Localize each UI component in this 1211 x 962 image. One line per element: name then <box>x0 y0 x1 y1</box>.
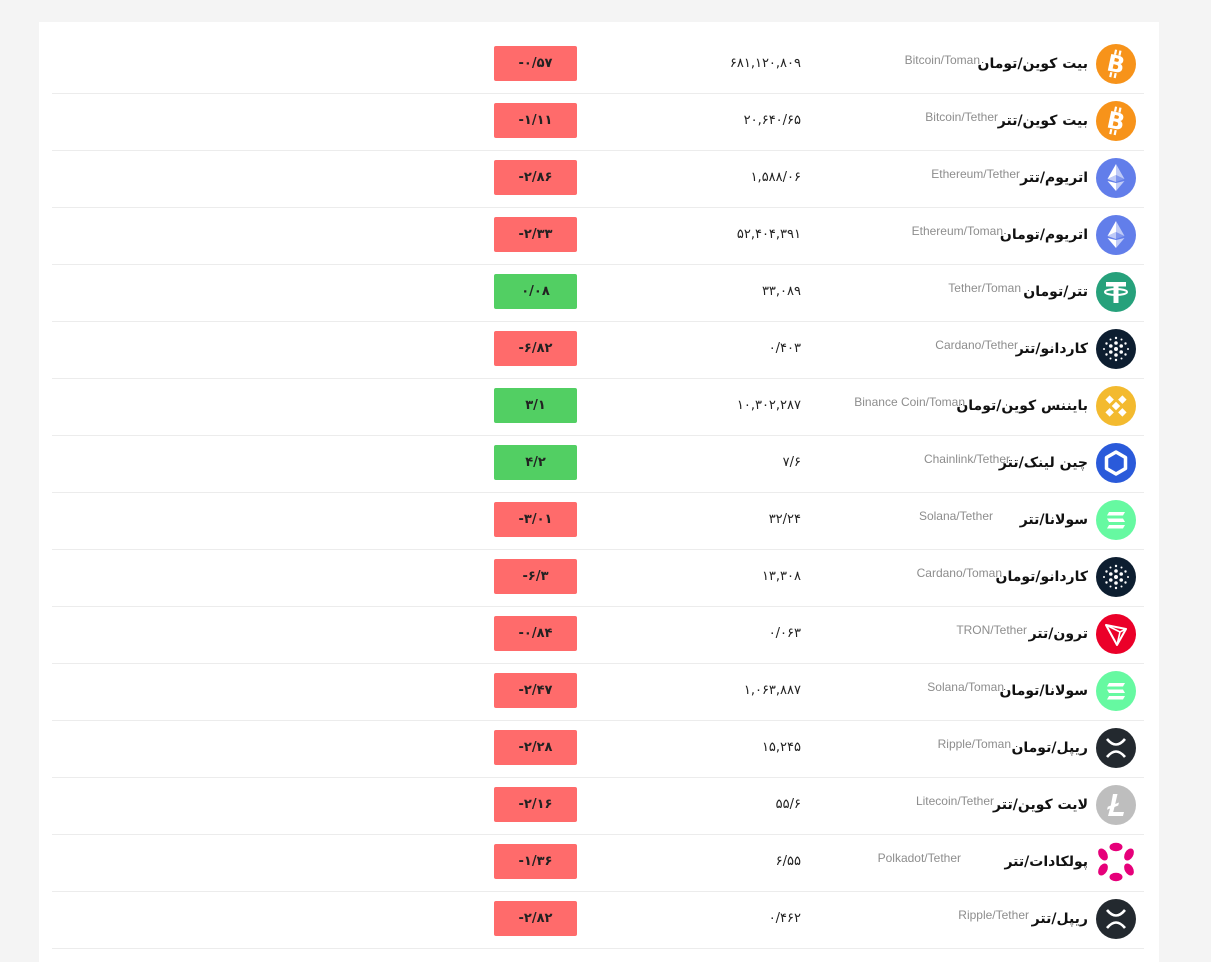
ethereum-icon <box>1096 158 1136 198</box>
table-row[interactable]: اتریوم/تتر Ethereum/Tether ۱,۵۸۸/۰۶ -۲/۸۶ <box>52 150 1144 208</box>
table-row[interactable]: B بیت کوین/تومان Bitcoin/Toman ۶۸۱,۱۲۰,۸۰۹ -… <box>52 36 1144 94</box>
pair-name-en: Bitcoin/Toman <box>904 53 980 67</box>
change-badge: -۳/۰۱ <box>494 502 577 537</box>
table-row[interactable]: لایت کوین/تتر Litecoin/Tether ۵۵/۶ -۲/۱۶ <box>52 777 1144 835</box>
binance-coin-icon <box>1096 386 1136 426</box>
change-badge: -۲/۸۲ <box>494 901 577 936</box>
price-value: ۷/۶ <box>782 455 801 470</box>
bitcoin-icon: B <box>1096 101 1136 141</box>
price-value: ۰/۰۶۳ <box>768 626 801 641</box>
price-value: ۵۲,۴۰۴,۳۹۱ <box>736 227 801 242</box>
ethereum-icon <box>1096 215 1136 255</box>
market-table: B بیت کوین/تومان Bitcoin/Toman ۶۸۱,۱۲۰,۸۰۹ -… <box>39 22 1159 962</box>
cardano-icon <box>1096 557 1136 597</box>
price-value: ۱۳,۳۰۸ <box>761 569 801 584</box>
change-badge: ۴/۲ <box>494 445 577 480</box>
table-row[interactable]: ریپل/تتر Ripple/Tether ۰/۴۶۲ -۲/۸۲ <box>52 891 1144 949</box>
price-value: ۲۰,۶۴۰/۶۵ <box>743 113 801 128</box>
solana-icon <box>1096 500 1136 540</box>
change-badge: -۲/۱۶ <box>494 787 577 822</box>
change-badge: ۳/۱ <box>494 388 577 423</box>
table-row[interactable]: چین لینک/تتر Chainlink/Tether ۷/۶ ۴/۲ <box>52 435 1144 493</box>
pair-name-fa: اتریوم/تتر <box>1020 170 1088 186</box>
change-badge: -۱/۱۱ <box>494 103 577 138</box>
pair-name-fa: چین لینک/تتر <box>998 455 1088 471</box>
polkadot-icon <box>1096 842 1136 882</box>
pair-name-fa: بیت کوین/تومان <box>977 56 1088 72</box>
pair-name-fa: لایت کوین/تتر <box>993 797 1088 813</box>
pair-name-en: Ethereum/Tether <box>931 167 1020 181</box>
tron-icon <box>1096 614 1136 654</box>
pair-name-fa: ریپل/تتر <box>1031 911 1088 927</box>
pair-name-fa: پولکادات/تتر <box>1004 854 1088 870</box>
bitcoin-icon: B <box>1096 44 1136 84</box>
pair-name-en: Polkadot/Tether <box>877 851 961 865</box>
pair-name-fa: سولانا/تتر <box>1019 512 1088 528</box>
price-value: ۰/۴۶۲ <box>768 911 801 926</box>
price-value: ۶/۵۵ <box>775 854 801 869</box>
chainlink-icon <box>1096 443 1136 483</box>
change-badge: -۰/۸۴ <box>494 616 577 651</box>
price-value: ۱,۵۸۸/۰۶ <box>750 170 801 185</box>
table-row[interactable]: اتریوم/تومان Ethereum/Toman ۵۲,۴۰۴,۳۹۱ -۲/۳… <box>52 207 1144 265</box>
pair-name-en: TRON/Tether <box>956 623 1027 637</box>
price-value: ۵۵/۶ <box>775 797 801 812</box>
price-value: ۰/۴۰۳ <box>768 341 801 356</box>
pair-name-en: Solana/Toman <box>927 680 1004 694</box>
table-row[interactable]: ریپل/تومان Ripple/Toman ۱۵,۲۴۵ -۲/۲۸ <box>52 720 1144 778</box>
pair-name-en: Litecoin/Tether <box>915 794 994 808</box>
table-row[interactable]: کاردانو/تومان Cardano/Toman ۱۳,۳۰۸ -۶/۳ <box>52 549 1144 607</box>
price-value: ۱,۰۶۳,۸۸۷ <box>743 683 801 698</box>
table-row[interactable]: بایننس کوین/تومان Binance Coin/Toman ۱۰,۳۰… <box>52 378 1144 436</box>
pair-name-en: Ripple/Tether <box>958 908 1029 922</box>
change-badge: -۲/۸۶ <box>494 160 577 195</box>
change-badge: -۶/۳ <box>494 559 577 594</box>
pair-name-en: Solana/Tether <box>918 509 993 523</box>
pair-name-fa: ریپل/تومان <box>1011 740 1088 756</box>
litecoin-icon <box>1096 785 1136 825</box>
table-row[interactable]: پولکادات/تتر Polkadot/Tether ۶/۵۵ -۱/۳۶ <box>52 834 1144 892</box>
pair-name-fa: تتر/تومان <box>1023 284 1088 300</box>
price-value: ۱۰,۳۰۲,۲۸۷ <box>736 398 801 413</box>
ripple-icon <box>1096 728 1136 768</box>
pair-name-en: Ripple/Toman <box>937 737 1011 751</box>
price-value: ۳۳,۰۸۹ <box>761 284 801 299</box>
table-row[interactable]: ترون/تتر TRON/Tether ۰/۰۶۳ -۰/۸۴ <box>52 606 1144 664</box>
change-badge: ۰/۰۸ <box>494 274 577 309</box>
pair-name-fa: ترون/تتر <box>1028 626 1088 642</box>
change-badge: -۲/۳۳ <box>494 217 577 252</box>
price-value: ۱۵,۲۴۵ <box>761 740 801 755</box>
pair-name-en: Bitcoin/Tether <box>925 110 998 124</box>
table-row[interactable]: تتر/تومان Tether/Toman ۳۳,۰۸۹ ۰/۰۸ <box>52 264 1144 322</box>
pair-name-en: Cardano/Tether <box>935 338 1018 352</box>
table-row[interactable]: B بیت کوین/تتر Bitcoin/Tether ۲۰,۶۴۰/۶۵ -۱/۱… <box>52 93 1144 151</box>
pair-name-en: Tether/Toman <box>948 281 1021 295</box>
pair-name-fa: کاردانو/تتر <box>1015 341 1088 357</box>
pair-name-en: Cardano/Toman <box>916 566 1002 580</box>
change-badge: -۶/۸۲ <box>494 331 577 366</box>
pair-name-fa: بایننس کوین/تومان <box>956 398 1088 414</box>
pair-name-fa: کاردانو/تومان <box>995 569 1089 585</box>
price-value: ۶۸۱,۱۲۰,۸۰۹ <box>729 56 801 71</box>
table-row[interactable]: کاردانو/تتر Cardano/Tether ۰/۴۰۳ -۶/۸۲ <box>52 321 1144 379</box>
pair-name-fa: بیت کوین/تتر <box>997 113 1088 129</box>
pair-name-fa: سولانا/تومان <box>999 683 1088 699</box>
ripple-icon <box>1096 899 1136 939</box>
table-row[interactable]: سولانا/تتر Solana/Tether ۳۲/۲۴ -۳/۰۱ <box>52 492 1144 550</box>
change-badge: -۰/۵۷ <box>494 46 577 81</box>
cardano-icon <box>1096 329 1136 369</box>
table-row[interactable]: سولانا/تومان Solana/Toman ۱,۰۶۳,۸۸۷ -۲/۴۷ <box>52 663 1144 721</box>
pair-name-en: Chainlink/Tether <box>923 452 1010 466</box>
price-value: ۳۲/۲۴ <box>768 512 801 527</box>
pair-name-en: Ethereum/Toman <box>911 224 1003 238</box>
change-badge: -۲/۴۷ <box>494 673 577 708</box>
tether-icon <box>1096 272 1136 312</box>
pair-name-fa: اتریوم/تومان <box>999 227 1088 243</box>
solana-icon <box>1096 671 1136 711</box>
change-badge: -۱/۳۶ <box>494 844 577 879</box>
pair-name-en: Binance Coin/Toman <box>854 395 965 409</box>
change-badge: -۲/۲۸ <box>494 730 577 765</box>
